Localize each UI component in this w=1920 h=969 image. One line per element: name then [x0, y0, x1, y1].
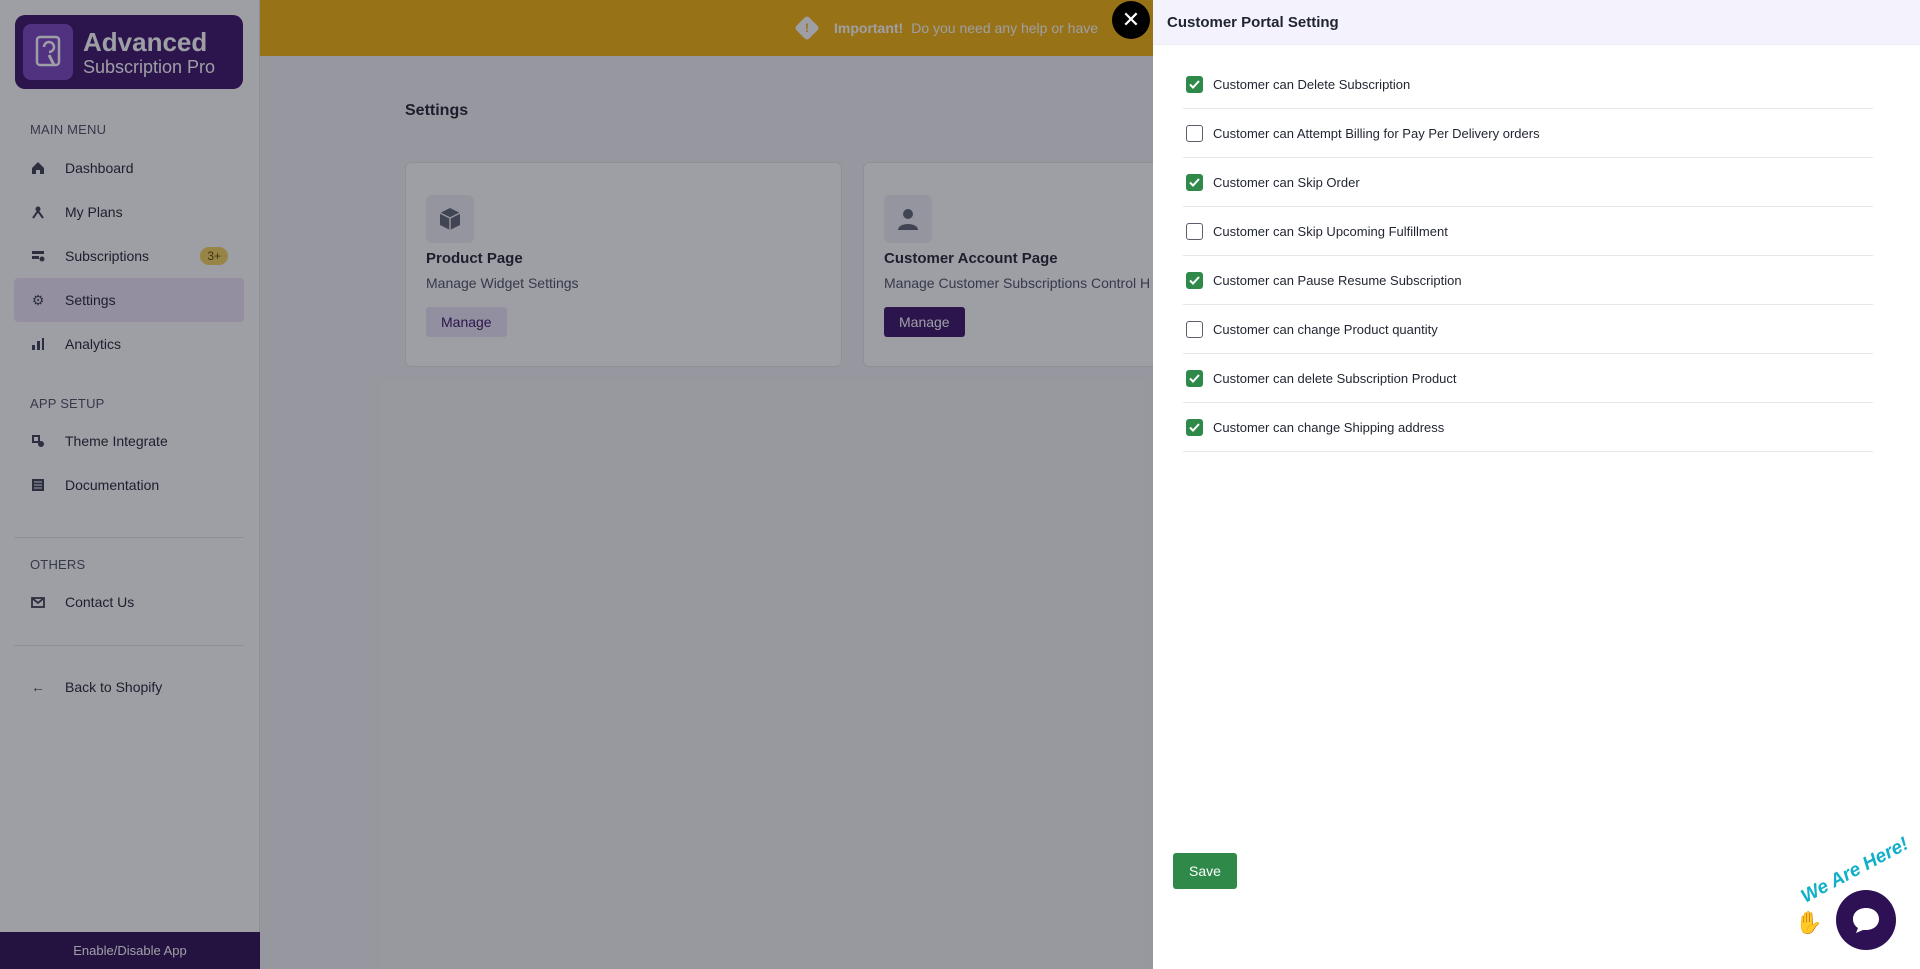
- option-checkbox[interactable]: [1186, 124, 1203, 142]
- portal-option-row[interactable]: Customer can Skip Order: [1183, 158, 1873, 207]
- option-checkbox[interactable]: [1186, 271, 1203, 289]
- close-icon: ✕: [1121, 7, 1141, 32]
- checkmark-icon: [1189, 422, 1200, 432]
- drawer-title: Customer Portal Setting: [1153, 0, 1920, 45]
- option-label: Customer can Delete Subscription: [1213, 76, 1411, 92]
- option-checkbox[interactable]: [1186, 320, 1203, 338]
- option-checkbox[interactable]: [1186, 75, 1203, 93]
- option-checkbox[interactable]: [1186, 418, 1203, 436]
- option-label: Customer can Pause Resume Subscription: [1213, 272, 1462, 288]
- option-label: Customer can change Shipping address: [1213, 419, 1445, 435]
- checkmark-icon: [1189, 177, 1200, 187]
- portal-option-row[interactable]: Customer can Attempt Billing for Pay Per…: [1183, 109, 1873, 158]
- close-drawer-button[interactable]: ✕: [1112, 1, 1150, 39]
- portal-option-row[interactable]: Customer can Delete Subscription: [1183, 60, 1873, 109]
- portal-option-row[interactable]: Customer can delete Subscription Product: [1183, 354, 1873, 403]
- option-checkbox[interactable]: [1186, 173, 1203, 191]
- checkmark-icon: [1189, 373, 1200, 383]
- portal-option-row[interactable]: Customer can change Shipping address: [1183, 403, 1873, 452]
- option-label: Customer can Skip Upcoming Fulfillment: [1213, 223, 1448, 239]
- option-label: Customer can Attempt Billing for Pay Per…: [1213, 125, 1540, 141]
- checkmark-icon: [1189, 275, 1200, 285]
- option-label: Customer can change Product quantity: [1213, 321, 1438, 337]
- customer-portal-setting-drawer: Customer Portal Setting Customer can Del…: [1153, 0, 1920, 969]
- chat-launcher-button[interactable]: [1836, 890, 1896, 950]
- portal-option-row[interactable]: Customer can Skip Upcoming Fulfillment: [1183, 207, 1873, 256]
- option-label: Customer can Skip Order: [1213, 174, 1360, 190]
- portal-option-row[interactable]: Customer can change Product quantity: [1183, 305, 1873, 354]
- waving-hand-icon: ✋: [1795, 910, 1823, 935]
- option-label: Customer can delete Subscription Product: [1213, 370, 1457, 386]
- option-checkbox[interactable]: [1186, 222, 1203, 240]
- option-checkbox[interactable]: [1186, 369, 1203, 387]
- checkmark-icon: [1189, 79, 1200, 89]
- portal-option-row[interactable]: Customer can Pause Resume Subscription: [1183, 256, 1873, 305]
- chat-icon: [1853, 908, 1879, 933]
- save-button[interactable]: Save: [1173, 853, 1237, 889]
